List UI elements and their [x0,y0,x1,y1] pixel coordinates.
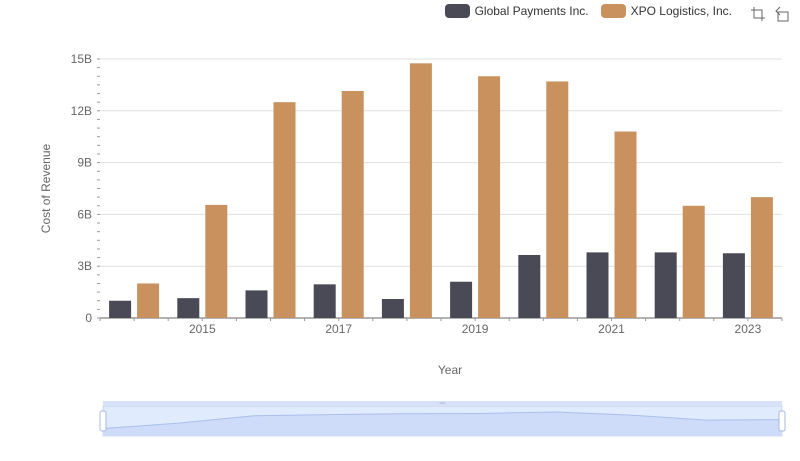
y-tick-label: 0 [85,311,92,325]
legend-label: XPO Logistics, Inc. [630,4,732,18]
legend-swatch [600,4,626,18]
datazoom-move-handle [103,401,782,406]
bar [341,90,364,319]
bar [381,299,404,318]
datazoom-left-handle[interactable] [99,410,107,432]
x-axis-title: Year [438,363,462,377]
bar [586,252,609,318]
bar [614,131,637,318]
x-tick-label: 2019 [462,322,489,336]
y-tick-label: 9B [77,156,92,170]
bar [205,204,228,318]
y-tick-label: 15B [71,52,92,66]
bar [273,102,296,319]
restore-icon[interactable] [774,6,790,22]
y-axis-title: Cost of Revenue [39,143,53,233]
datazoom-preview-area [103,412,782,436]
datazoom-right-handle[interactable] [778,410,786,432]
bar [313,284,336,318]
x-tick-label: 2015 [189,322,216,336]
bar [654,252,677,318]
y-tick-label: 3B [77,259,92,273]
bar [478,76,501,319]
datazoom-selection [103,406,782,436]
x-tick-label: 2017 [325,322,352,336]
bar [750,197,773,318]
legend-label: Global Payments Inc. [474,4,589,18]
zoom-icon[interactable] [750,6,766,22]
bar [722,253,745,318]
datazoom-track [102,405,783,437]
x-tick-label: 2021 [598,322,625,336]
y-tick-label: 6B [77,207,92,221]
legend-swatch [444,4,470,18]
legend: Global Payments Inc. XPO Logistics, Inc. [444,4,732,18]
bar [109,300,132,318]
bar [245,290,268,318]
bar [409,63,432,318]
bar [546,81,569,319]
bar [177,298,200,318]
bar [682,205,705,318]
x-tick-label: 2023 [735,322,762,336]
legend-item-global-payments[interactable]: Global Payments Inc. [444,4,589,18]
y-tick-label: 12B [71,104,92,118]
toolbox [750,6,790,22]
bar [450,281,473,318]
bar [518,254,541,318]
bar [137,283,160,318]
chart: Global Payments Inc. XPO Logistics, Inc.… [0,0,800,461]
plot-area: 0 3B 6B 9B 12B 15B 2015 2017 2019 2021 2023 Year Cos… [39,52,786,437]
datazoom-preview-line [102,411,783,430]
legend-item-xpo-logistics[interactable]: XPO Logistics, Inc. [600,4,732,18]
